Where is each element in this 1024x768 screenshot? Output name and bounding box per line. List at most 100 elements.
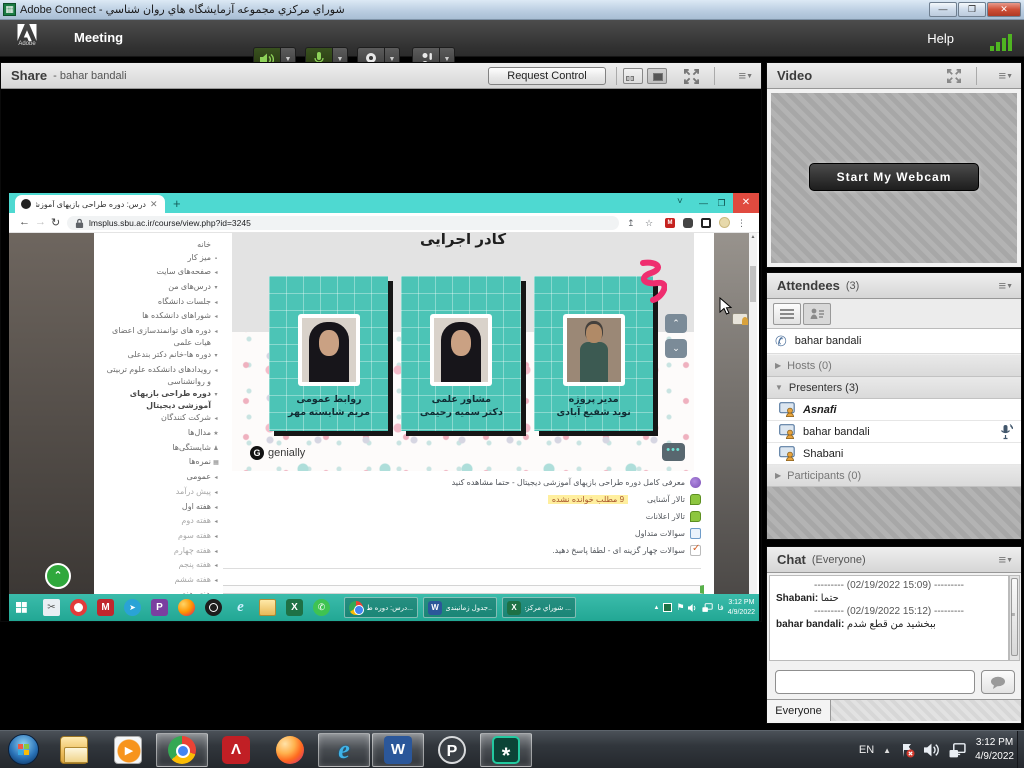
share-pod-menu-icon[interactable]: ≡▼ [738, 68, 753, 83]
browser-restore-button[interactable]: ❐ [713, 193, 730, 213]
shared-taskbar-app-icon[interactable]: ✂ [43, 599, 60, 616]
presenter-row[interactable]: Asnafi [767, 399, 1021, 421]
sidebar-item[interactable]: ◂ پیش درآمد [98, 486, 221, 500]
shared-tray-expand-icon[interactable]: ▲ [653, 605, 659, 611]
tab-search-icon[interactable]: ˅ [677, 196, 683, 207]
language-indicator[interactable]: EN [859, 744, 874, 756]
presenter-row[interactable]: Shabani [767, 443, 1021, 465]
shared-task-button[interactable]: X ... شوراي مركزي [502, 597, 576, 618]
sidebar-item[interactable]: ◂ هفته سوم [98, 530, 221, 544]
share-page-icon[interactable]: ↥ [627, 218, 635, 229]
sidebar-item[interactable]: ★ مدال‌ها [98, 427, 221, 441]
idm-extension-icon[interactable]: M [665, 218, 675, 228]
activity-item[interactable]: سوالات چهار گزینه ای - لطفا پاسخ دهید. [229, 545, 701, 556]
sidebar-item[interactable]: ◂ هفته ششم [98, 574, 221, 588]
shared-language-indicator[interactable]: فا [717, 603, 723, 612]
connection-signal-icon[interactable] [990, 34, 1012, 51]
sidebar-item[interactable]: ◂ هفته اول [98, 501, 221, 515]
card-view-toggle[interactable] [803, 303, 831, 325]
scroll-up-icon[interactable]: ▲ [749, 234, 757, 240]
shared-taskbar-app-icon[interactable]: ➤ [124, 599, 141, 616]
shared-taskbar-app-icon[interactable]: e [232, 599, 249, 616]
browser-tab[interactable]: درس: دوره طراحی بازیهای آموزشی ✕ [15, 195, 165, 213]
extensions-icon[interactable] [683, 218, 693, 228]
sidebar-item[interactable]: ◂ صفحه‌های سایت [98, 266, 221, 280]
shared-taskbar-app-icon[interactable] [70, 599, 87, 616]
start-button[interactable] [8, 734, 39, 765]
shared-tray-flag-icon[interactable]: ⚑ [676, 602, 684, 613]
shared-taskbar-app-icon[interactable]: M [97, 599, 114, 616]
back-icon[interactable]: ← [19, 216, 30, 228]
taskbar-app-button[interactable] [102, 733, 154, 767]
show-desktop-button[interactable] [1017, 731, 1024, 768]
taskbar-app-button[interactable] [48, 733, 100, 767]
bookmark-star-icon[interactable]: ☆ [645, 218, 653, 229]
minimize-button[interactable]: — [929, 2, 957, 17]
sidebar-item[interactable]: خانه [98, 239, 221, 251]
help-menu[interactable]: Help [927, 31, 954, 46]
meeting-menu[interactable]: Meeting [74, 30, 123, 45]
page-scrollbar[interactable]: ▲ [749, 233, 757, 594]
shared-tray-network-icon[interactable] [702, 603, 713, 613]
browser-minimize-button[interactable]: — [695, 193, 712, 213]
tab-close-icon[interactable]: ✕ [150, 199, 158, 210]
sidebar-item[interactable]: ◂ شرکت کنندگان [98, 412, 221, 426]
share-view-toggle2-icon[interactable] [647, 68, 667, 84]
start-webcam-button[interactable]: Start My Webcam [809, 163, 979, 191]
sidebar-item[interactable]: ◂ دوره های توانمندسازی اعضای هیات علمی [98, 325, 221, 348]
shared-taskbar-app-icon[interactable] [205, 599, 222, 616]
share-view-toggle-icon[interactable] [623, 68, 643, 84]
taskbar-app-button[interactable]: e [318, 733, 370, 767]
sidebar-item[interactable]: ▾ دوره طراحی بازیهای آموزشی دیجیتال [98, 388, 221, 411]
shared-task-button[interactable]: W ..جدول زمانبندی [423, 597, 497, 618]
embed-more-button[interactable]: ••• [662, 443, 685, 461]
sidebar-item[interactable]: ♟ شایستگی‌ها [98, 442, 221, 456]
slide-prev-button[interactable]: ⌃ [665, 314, 687, 333]
chat-tab-everyone[interactable]: Everyone [767, 699, 831, 721]
back-to-top-button[interactable]: ⌃ [45, 563, 71, 589]
shared-tray-volume-icon[interactable] [688, 603, 698, 613]
address-bar[interactable]: lmsplus.sbu.ac.ir/course/view.php?id=324… [67, 216, 619, 230]
browser-close-button[interactable]: ✕ [733, 193, 759, 213]
taskbar-app-button[interactable]: P [426, 733, 478, 767]
activity-item[interactable]: تالار آشنایی 9 مطلب خوانده نشده [229, 494, 701, 505]
shared-taskbar-app-icon[interactable] [259, 599, 276, 616]
volume-icon[interactable] [924, 743, 940, 757]
tray-expand-icon[interactable]: ▲ [883, 746, 891, 755]
chat-send-button[interactable] [981, 670, 1015, 694]
activity-item[interactable]: تالار اعلانات [229, 511, 701, 522]
sidebar-item[interactable]: ▪ میز کار [98, 252, 221, 266]
chat-scrollbar[interactable]: ≡ [1009, 575, 1020, 661]
video-pod-menu-icon[interactable]: ≡▼ [998, 68, 1013, 83]
shared-tray-excel-icon[interactable] [663, 603, 672, 612]
shared-taskbar-app-icon[interactable] [178, 599, 195, 616]
shared-start-button[interactable] [16, 602, 27, 613]
forward-icon[interactable]: → [35, 216, 46, 228]
taskbar-app-button[interactable]: Λ [210, 733, 262, 767]
sidebar-item[interactable]: ◂ عمومی [98, 471, 221, 485]
request-control-button[interactable]: Request Control [488, 67, 606, 85]
shared-task-button[interactable]: ...درس: دوره طرا [344, 597, 418, 618]
shared-taskbar-app-icon[interactable]: ✆ [313, 599, 330, 616]
taskbar-app-button[interactable]: * [480, 733, 532, 767]
taskbar-app-button[interactable] [156, 733, 208, 767]
activity-item[interactable]: سوالات متداول [229, 528, 701, 539]
taskbar-app-button[interactable]: W [372, 733, 424, 767]
attendees-pod-menu-icon[interactable]: ≡▼ [998, 278, 1013, 293]
reload-icon[interactable]: ↻ [51, 216, 60, 229]
chat-pod-menu-icon[interactable]: ≡▼ [998, 552, 1013, 567]
sidebar-item[interactable]: ◂ رویدادهای دانشکده علوم تربیتی و روانشن… [98, 364, 221, 387]
sidebar-item[interactable]: ◂ شوراهای دانشکده ها [98, 310, 221, 324]
video-fullscreen-icon[interactable] [947, 69, 961, 83]
close-button[interactable]: ✕ [987, 2, 1021, 17]
action-center-flag-icon[interactable] [900, 743, 915, 758]
sidebar-item[interactable]: ◂ هفته پنجم [98, 559, 221, 573]
network-icon[interactable] [949, 743, 966, 758]
presenter-row[interactable]: bahar bandali [767, 421, 1021, 443]
slide-next-button[interactable]: ⌄ [665, 339, 687, 358]
hosts-group-header[interactable]: ▶ Hosts (0) [767, 355, 1021, 377]
kebab-menu-icon[interactable]: ⋮ [737, 218, 746, 229]
shared-taskbar-app-icon[interactable]: X [286, 599, 303, 616]
active-speaker-row[interactable]: ✆ bahar bandali [767, 329, 1021, 354]
sidebar-item[interactable]: ◂ هفته چهارم [98, 545, 221, 559]
